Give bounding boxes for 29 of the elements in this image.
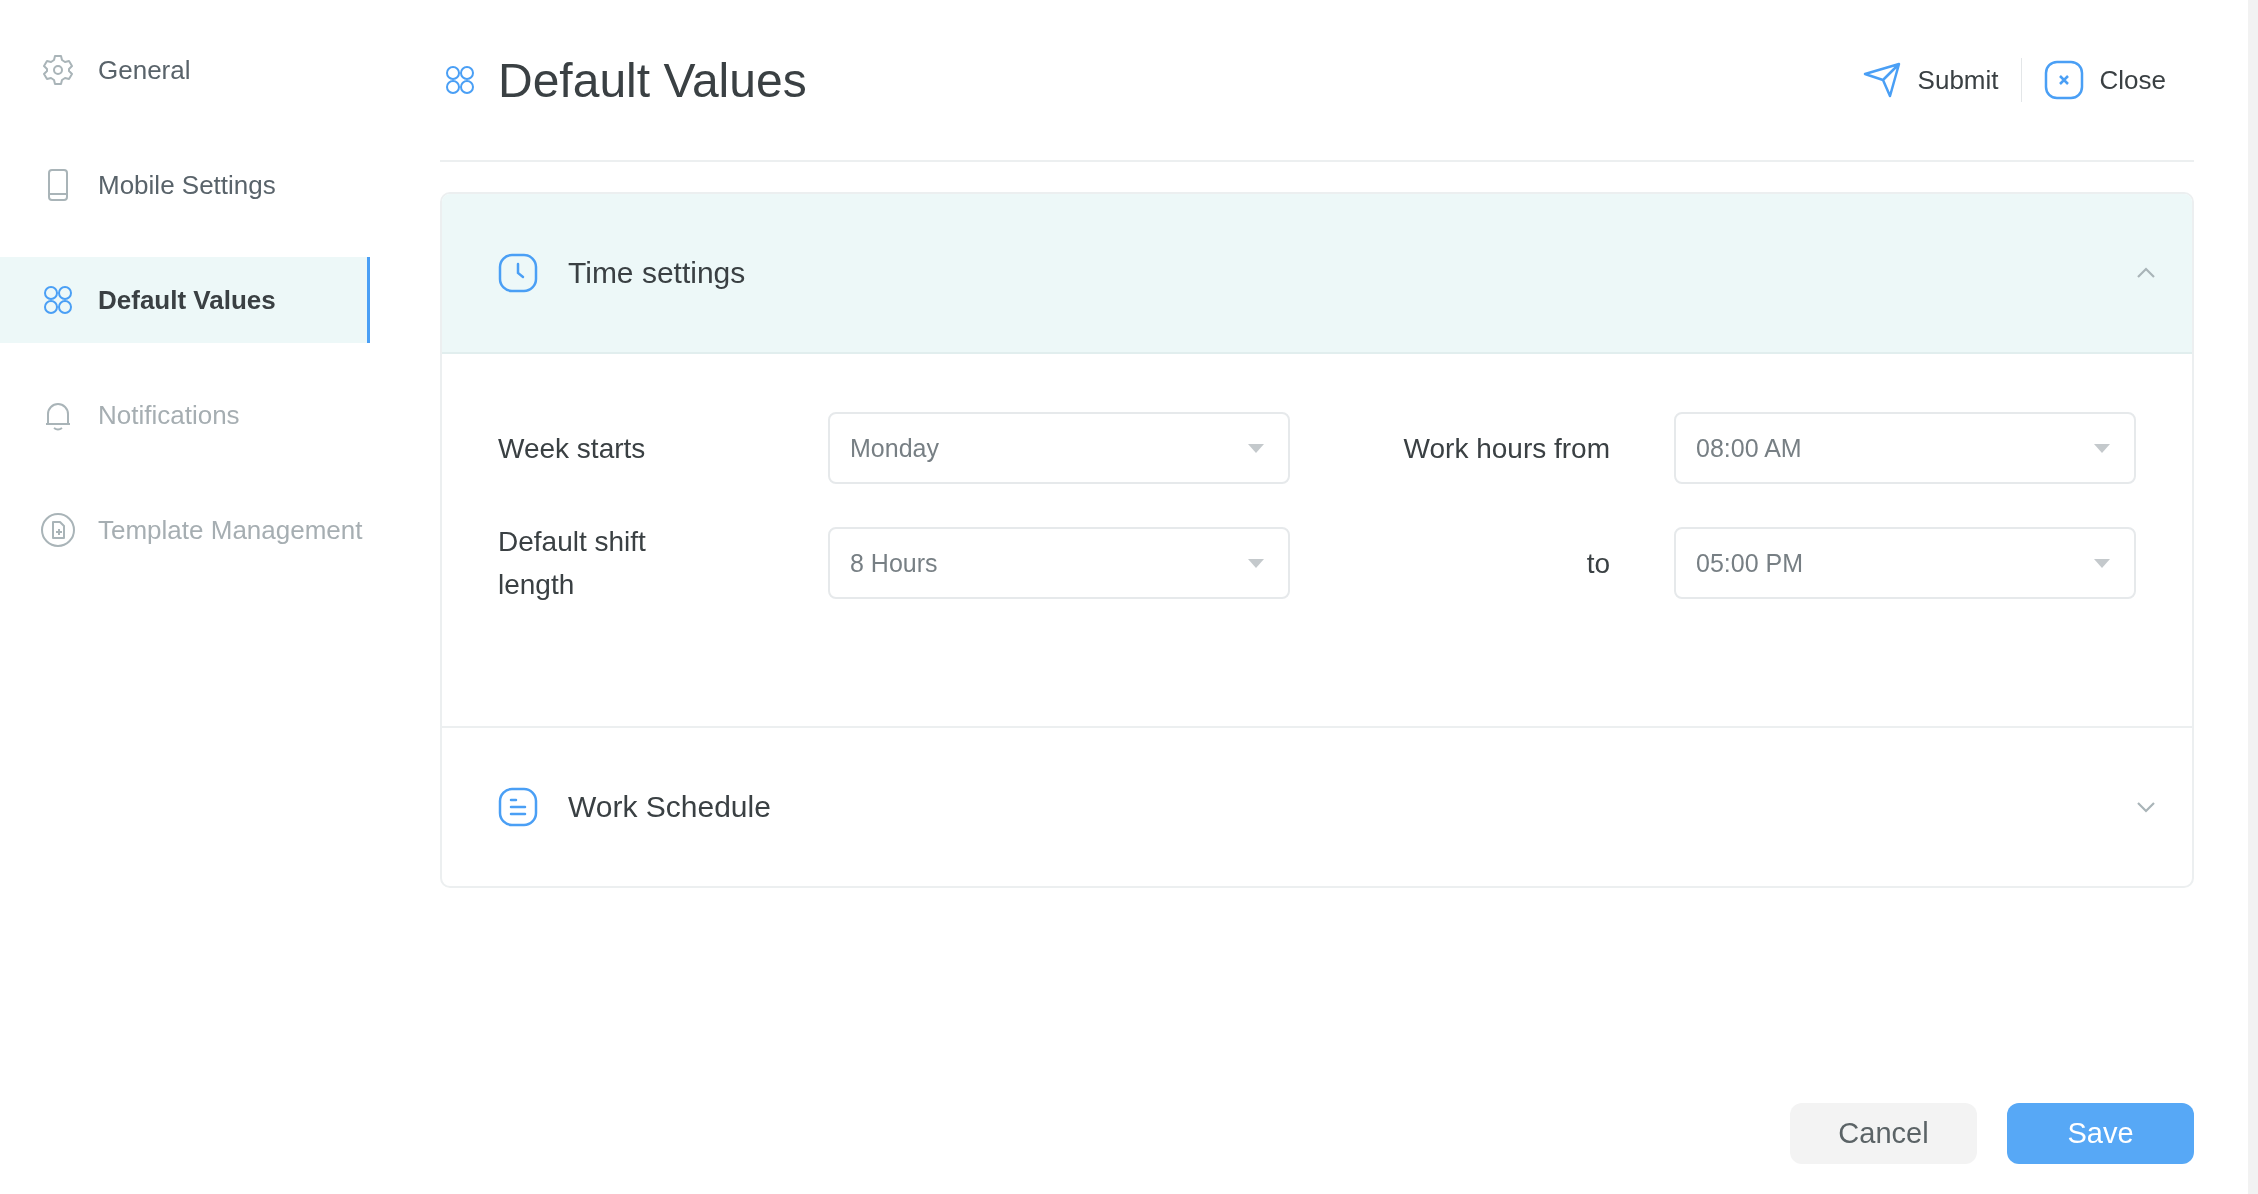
submit-button[interactable]: Submit	[1861, 60, 1999, 100]
caret-icon	[1248, 443, 1264, 453]
chevron-down-icon	[2136, 801, 2156, 813]
list-icon	[498, 787, 538, 827]
field-label: Work hours from	[1403, 431, 1610, 466]
send-icon	[1861, 60, 1902, 100]
field-label: Default shift length	[498, 525, 647, 602]
gear-icon	[40, 52, 76, 88]
sidebar-item[interactable]: Mobile Settings	[0, 142, 370, 228]
dropdown[interactable]: 05:00 PM	[1674, 527, 2136, 599]
dropdown[interactable]: 08:00 AM	[1674, 412, 2136, 484]
accordion-header[interactable]: Work Schedule	[442, 726, 2192, 886]
field-label: Week starts	[498, 431, 647, 466]
sidebar-item[interactable]: Default Values	[0, 257, 370, 343]
field-label: to	[1586, 546, 1610, 581]
clock-icon	[498, 253, 538, 293]
cancel-button[interactable]: Cancel	[1790, 1103, 1977, 1164]
caret-icon	[2094, 443, 2110, 453]
close-button[interactable]: Close	[2043, 60, 2166, 100]
accordion-header[interactable]: Time settings	[442, 194, 2192, 354]
caret-icon	[1248, 558, 1264, 568]
sidebar-item[interactable]: General	[0, 27, 370, 113]
dropdown[interactable]: 8 Hours	[828, 527, 1290, 599]
dropdown[interactable]: Monday	[828, 412, 1290, 484]
close-icon	[2043, 60, 2084, 100]
page-title: Default Values	[498, 52, 807, 108]
caret-icon	[2094, 558, 2110, 568]
document-plus-icon	[40, 512, 76, 548]
chevron-up-icon	[2136, 267, 2156, 279]
